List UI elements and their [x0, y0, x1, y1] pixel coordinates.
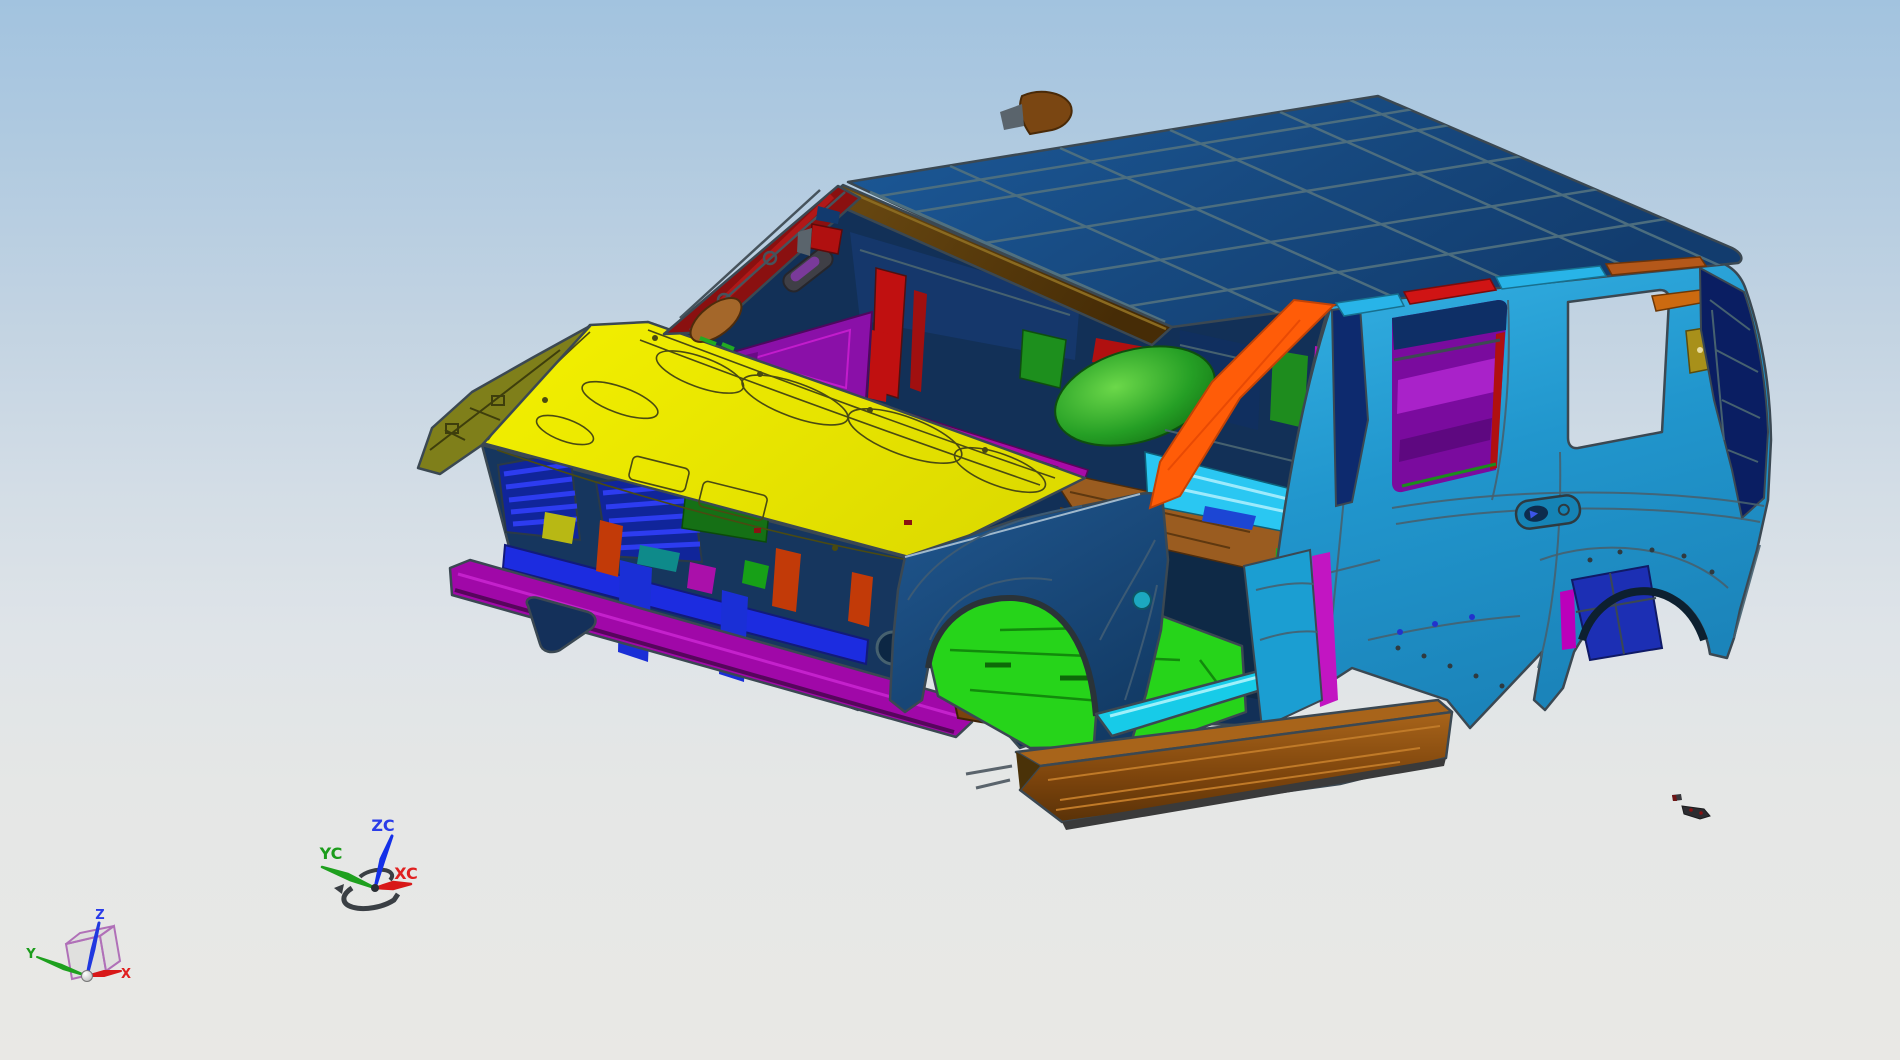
wcs-y-axis[interactable] [320, 865, 377, 890]
datum-csys[interactable]: Z Y X [25, 908, 131, 982]
body-side-panel[interactable] [1242, 255, 1773, 730]
datum-z-label: Z [95, 908, 104, 923]
car-body-model[interactable] [416, 90, 1860, 830]
wcs-triad[interactable]: ZC YC XC [319, 816, 418, 912]
datum-y-label: Y [25, 947, 36, 962]
wcs-x-axis[interactable] [373, 880, 413, 891]
wcs-x-label: XC [394, 864, 418, 883]
datum-x-label: X [121, 967, 131, 982]
rear-door-window-interior [1392, 300, 1508, 493]
wcs-z-axis[interactable] [373, 834, 394, 890]
wcs-y-label: YC [319, 844, 343, 863]
roof-bracket [1019, 90, 1073, 136]
cad-viewport[interactable]: ZC YC XC Z Y X [0, 0, 1900, 1060]
floating-bracket-parts[interactable] [1672, 794, 1711, 820]
wcs-z-label: ZC [371, 816, 394, 835]
